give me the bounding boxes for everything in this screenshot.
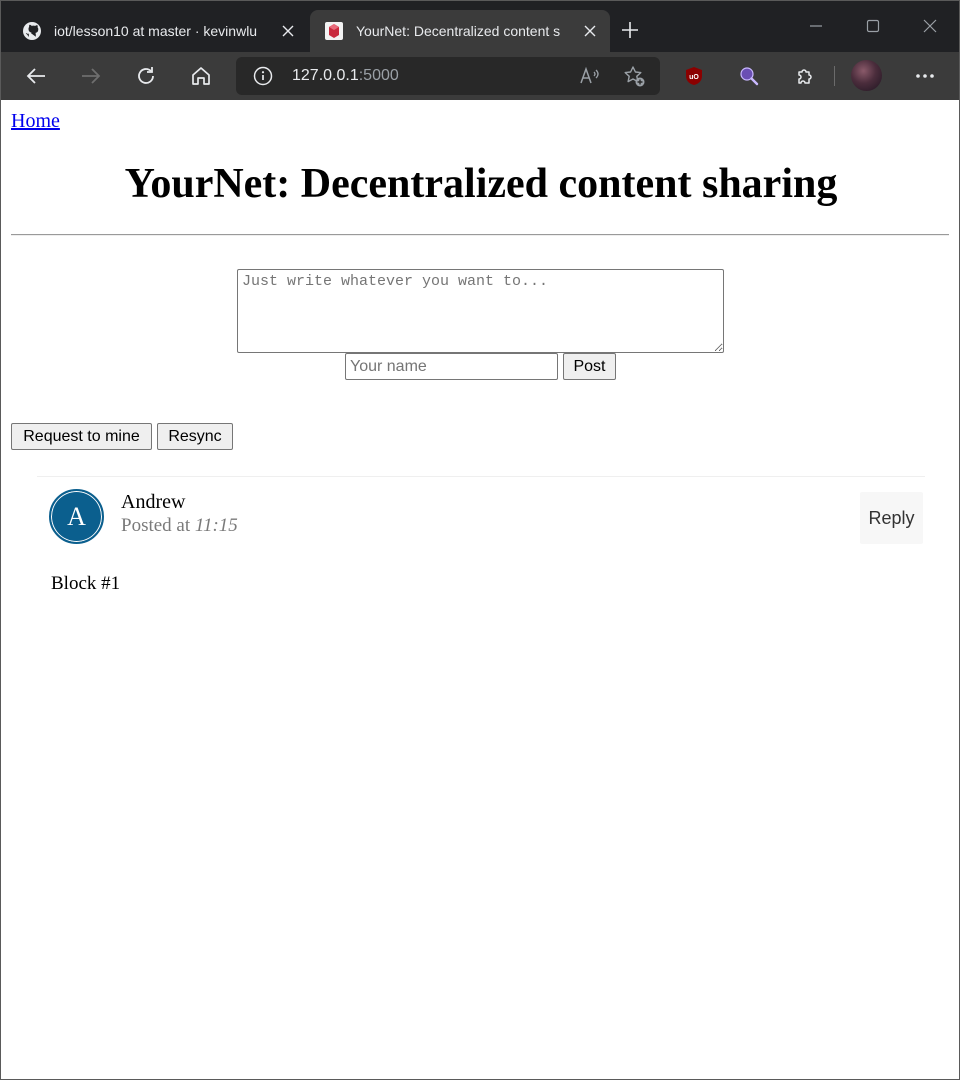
forward-arrow-icon[interactable] [75,60,107,92]
minimize-icon[interactable] [796,8,836,44]
request-to-mine-button[interactable]: Request to mine [11,423,152,450]
extension-magnifier-icon[interactable] [733,60,765,92]
post-author: Andrew [121,491,186,513]
post-body: Block #1 [51,573,121,594]
svg-text:uO: uO [689,74,699,81]
url-port: :5000 [358,67,399,84]
profile-avatar[interactable] [851,60,882,91]
tab-title: YourNet: Decentralized content s [356,23,561,39]
home-icon[interactable] [185,60,217,92]
author-avatar: A [49,489,104,544]
tab-github[interactable]: iot/lesson10 at master · kevinwlu [8,10,308,52]
author-name-input[interactable] [345,353,558,380]
address-bar[interactable]: 127.0.0.1:5000 [236,57,660,95]
github-icon [22,21,42,41]
post-time: 11:15 [194,515,238,536]
close-icon[interactable] [576,17,604,45]
posted-prefix: Posted at [121,515,191,536]
more-menu-icon[interactable] [909,60,941,92]
browser-toolbar: 127.0.0.1:5000 uO [0,52,960,100]
horizontal-rule [11,234,949,236]
info-icon[interactable] [252,65,274,87]
post-button[interactable]: Post [563,353,616,380]
tab-strip: iot/lesson10 at master · kevinwlu YourNe… [0,0,960,52]
site-favicon-icon [324,21,344,41]
tab-title: iot/lesson10 at master · kevinwlu [54,23,258,39]
maximize-icon[interactable] [853,8,893,44]
ublock-origin-icon[interactable]: uO [678,60,710,92]
extensions-puzzle-icon[interactable] [789,60,821,92]
new-tab-plus-icon[interactable] [616,16,644,44]
home-link[interactable]: Home [11,110,60,133]
toolbar-separator [834,66,835,86]
close-icon[interactable] [274,17,302,45]
resync-button[interactable]: Resync [157,423,233,450]
page-title: YourNet: Decentralized content sharing [124,161,838,207]
post-content-textarea[interactable] [237,269,724,353]
window-close-icon[interactable] [910,8,950,44]
post-timestamp: Posted at 11:15 [121,515,238,537]
refresh-icon[interactable] [130,60,162,92]
read-aloud-icon[interactable] [578,65,602,87]
page-content: Home YourNet: Decentralized content shar… [1,100,959,1079]
post-divider [37,476,925,477]
back-arrow-icon[interactable] [20,60,52,92]
url-host: 127.0.0.1 [292,67,359,84]
browser-chrome: iot/lesson10 at master · kevinwlu YourNe… [0,0,960,100]
reply-button[interactable]: Reply [860,492,923,544]
add-favorite-star-icon[interactable] [622,65,646,87]
tab-yournet[interactable]: YourNet: Decentralized content s [310,10,610,52]
